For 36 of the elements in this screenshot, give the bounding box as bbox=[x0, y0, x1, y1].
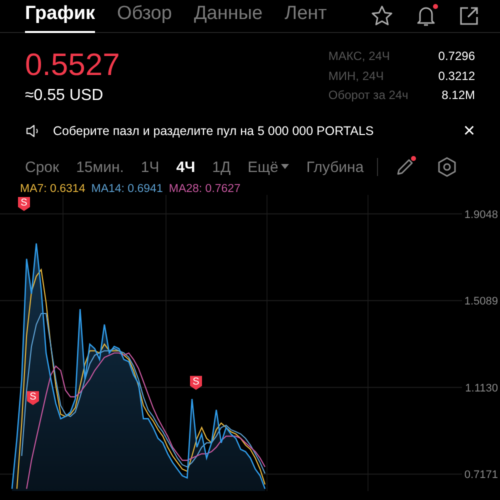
speaker-icon bbox=[25, 123, 41, 139]
last-price: 0.5527 bbox=[25, 47, 120, 83]
interval-tab[interactable]: 15мин. bbox=[76, 158, 124, 176]
stat-value: 0.3212 bbox=[438, 68, 475, 85]
share-icon[interactable] bbox=[458, 5, 480, 27]
close-button[interactable]: × bbox=[463, 120, 475, 142]
interval-tab[interactable]: 1Ч bbox=[140, 158, 160, 176]
usd-price: ≈0.55 USD bbox=[25, 87, 104, 105]
interval-label: Срок bbox=[25, 158, 60, 176]
tab[interactable]: Данные bbox=[194, 3, 263, 33]
y-tick-label: 1.5089 bbox=[464, 296, 498, 308]
tab[interactable]: График bbox=[25, 3, 96, 33]
settings-icon[interactable] bbox=[436, 156, 458, 178]
stat-label: МИН, 24Ч bbox=[328, 68, 385, 85]
sell-marker: S bbox=[190, 376, 202, 390]
tab[interactable]: Лент bbox=[284, 3, 327, 33]
stat-value: 8.12M bbox=[440, 88, 475, 104]
announcement-text: Соберите пазл и разделите пул на 5 000 000 PORTALS bbox=[53, 124, 375, 138]
tab[interactable]: Обзор bbox=[117, 3, 172, 33]
interval-tab[interactable]: 1Д bbox=[212, 158, 231, 176]
ma-legend-item: MA28: 0.7627 bbox=[168, 183, 240, 195]
interval-tab[interactable]: 4Ч bbox=[176, 158, 196, 176]
sell-marker: S bbox=[18, 197, 30, 211]
caret-icon bbox=[281, 164, 290, 170]
ma-legend-item: MA7: 0.6314 bbox=[20, 183, 86, 195]
stat-value: 0.7296 bbox=[438, 49, 475, 65]
y-tick-label: 0.7171 bbox=[464, 469, 498, 482]
stat-label: МАКС, 24Ч bbox=[328, 49, 391, 65]
ma-legend-item: MA14: 0.6941 bbox=[91, 183, 163, 195]
stat-label: Оборот за 24ч bbox=[328, 88, 408, 104]
sell-marker: S bbox=[27, 391, 39, 406]
y-tick-label: 1.1130 bbox=[465, 382, 498, 394]
y-tick-label: 1.9048 bbox=[464, 208, 498, 221]
star-icon[interactable] bbox=[370, 4, 394, 28]
interval-tab[interactable]: Глубина bbox=[306, 158, 364, 176]
more-dropdown[interactable]: Ещё bbox=[248, 158, 290, 176]
